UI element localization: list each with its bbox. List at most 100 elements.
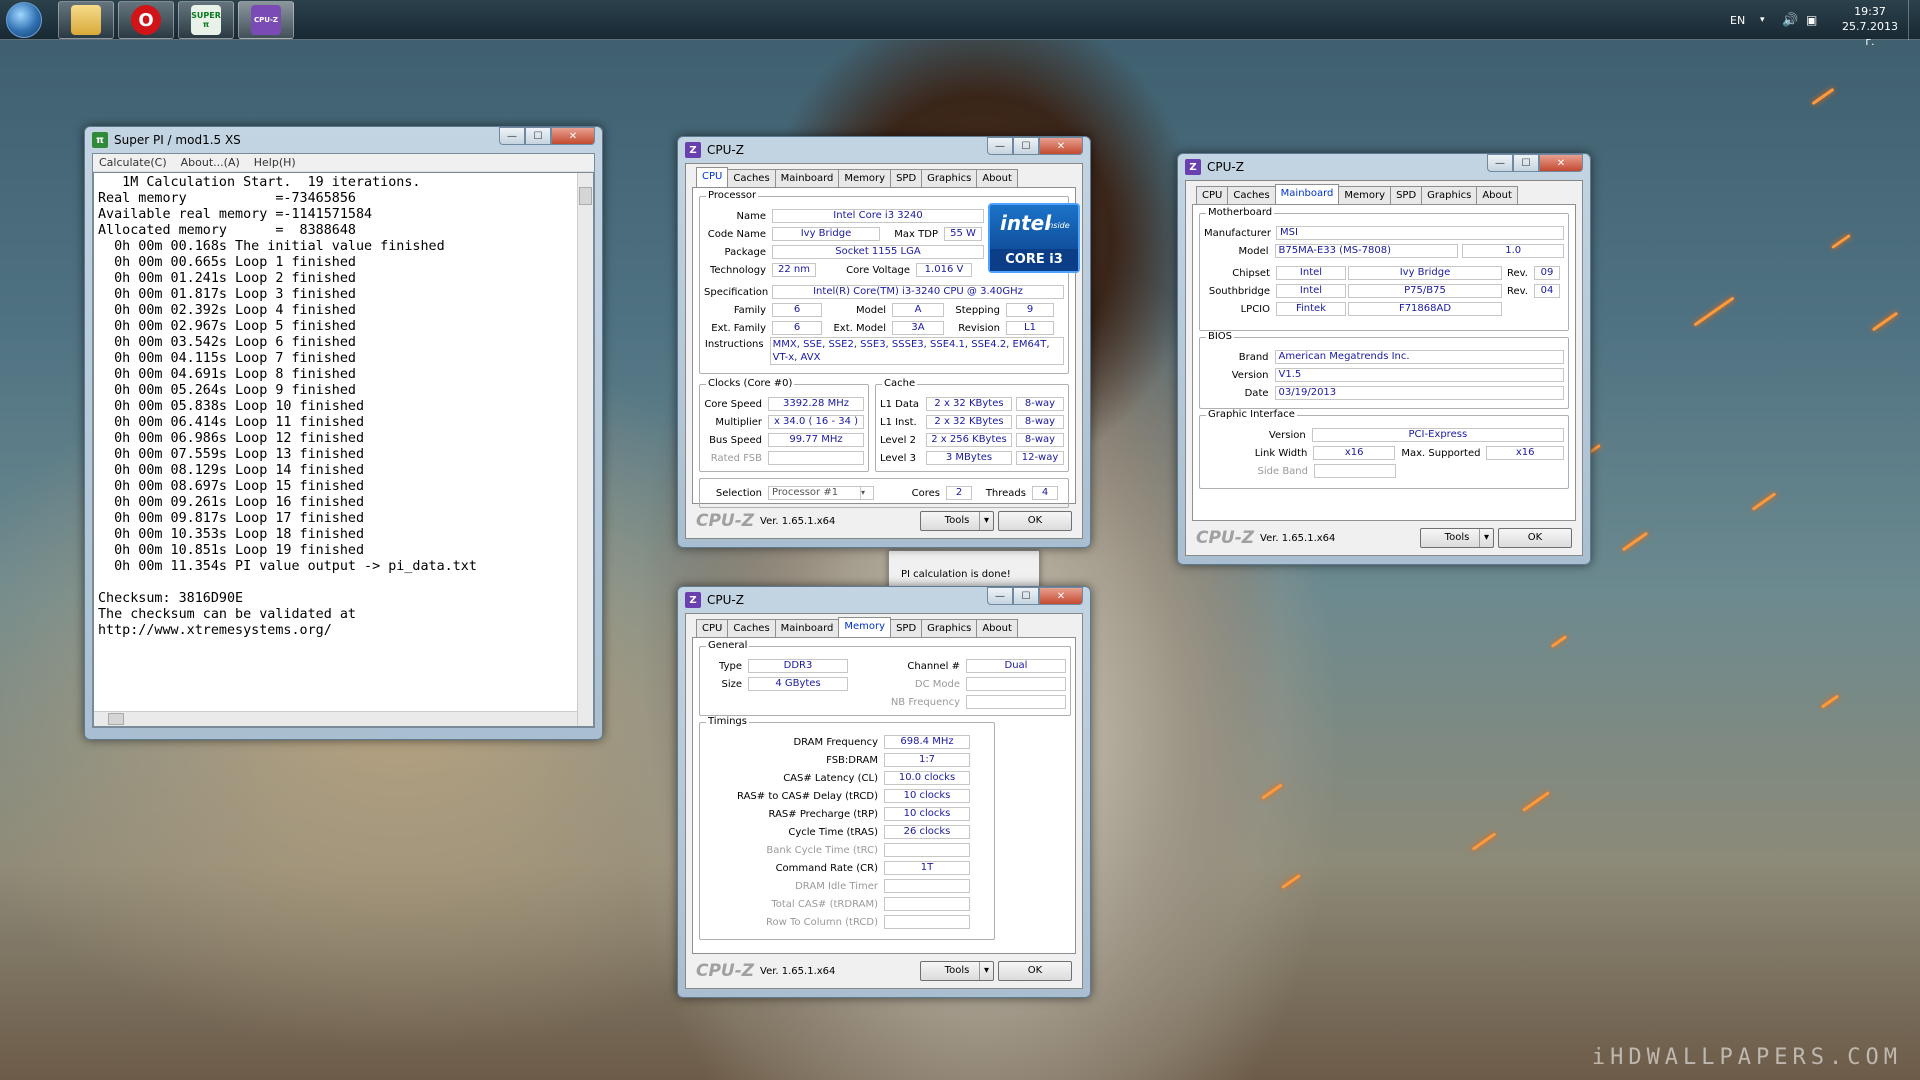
trdram-value (884, 897, 970, 911)
tab-spd[interactable]: SPD (890, 169, 923, 187)
cpuz-memory-titlebar[interactable]: Z CPU-Z — ☐ ✕ (685, 587, 1083, 613)
graphic-interface-label: Graphic Interface (1206, 409, 1297, 420)
tab-graphics[interactable]: Graphics (921, 169, 978, 187)
ok-button[interactable]: OK (998, 961, 1072, 981)
taskbar-opera-button[interactable]: O (118, 1, 174, 39)
superpi-output-area[interactable]: 1M Calculation Start. 19 iterations. Rea… (93, 172, 594, 727)
trcd-value: 10 clocks (884, 789, 970, 803)
menu-help[interactable]: Help(H) (254, 156, 296, 169)
lpcio-value: F71868AD (1348, 302, 1502, 316)
tab-caches[interactable]: Caches (727, 169, 776, 187)
menu-about[interactable]: About...(A) (181, 156, 240, 169)
tab-graphics[interactable]: Graphics (1421, 186, 1478, 204)
cpuz-cpu-maximize-button[interactable]: ☐ (1013, 137, 1039, 155)
taskbar-explorer-button[interactable] (58, 1, 114, 39)
extmodel-label: Ext. Model (833, 322, 886, 334)
tab-about[interactable]: About (1476, 186, 1518, 204)
processor-select[interactable]: Processor #1 ▾ (768, 486, 874, 500)
processor-group-label: Processor (706, 190, 759, 201)
codename-value: Ivy Bridge (772, 227, 880, 241)
tab-cpu[interactable]: CPU (1196, 186, 1229, 204)
memory-general-label: General (706, 640, 750, 651)
idle-timer-label: DRAM Idle Timer (795, 880, 878, 892)
taskbar-cpuz-button[interactable]: CPU-Z (238, 1, 294, 39)
cpuz-cpu-minimize-button[interactable]: — (987, 137, 1013, 155)
tab-mainboard[interactable]: Mainboard (774, 619, 840, 637)
package-label: Package (724, 246, 766, 258)
tools-button[interactable]: Tools ▾ (1420, 528, 1494, 548)
superpi-horizontal-scrollbar[interactable] (94, 711, 577, 726)
ok-button[interactable]: OK (998, 511, 1072, 531)
hscroll-thumb[interactable] (108, 713, 124, 725)
cpuz-mainboard-titlebar[interactable]: Z CPU-Z — ☐ ✕ (1185, 154, 1583, 180)
superpi-titlebar[interactable]: π Super PI / mod1.5 XS — ☐ ✕ (92, 127, 595, 153)
tools-button[interactable]: Tools ▾ (920, 511, 994, 531)
mem-nbfreq-value (966, 695, 1066, 709)
clock[interactable]: 19:37 25.7.2013 г. (1836, 4, 1904, 49)
cpuz-cpu-tabs: CPU Caches Mainboard Memory SPD Graphics… (692, 167, 1076, 188)
superpi-vertical-scrollbar[interactable] (577, 173, 593, 726)
vscroll-thumb[interactable] (579, 187, 592, 205)
trp-label: RAS# Precharge (tRP) (768, 808, 878, 820)
tray-expand-icon[interactable]: ▾ (1760, 0, 1765, 40)
show-desktop-button[interactable] (1908, 0, 1920, 40)
taskbar-superpi-button[interactable]: SUPER π (178, 1, 234, 39)
multiplier-value: x 34.0 ( 16 - 34 ) (768, 415, 864, 429)
cpuz-version: Ver. 1.65.1.x64 (1260, 532, 1336, 544)
tab-cpu[interactable]: CPU (696, 167, 729, 187)
family-value: 6 (772, 303, 822, 317)
memory-timings-group: Timings DRAM Frequency 698.4 MHz FSB:DRAM… (699, 716, 995, 940)
mem-size-value: 4 GBytes (748, 677, 848, 691)
tab-spd[interactable]: SPD (890, 619, 923, 637)
start-button[interactable] (6, 2, 42, 38)
menu-calculate[interactable]: Calculate(C) (99, 156, 167, 169)
cpuz-mainboard-minimize-button[interactable]: — (1487, 154, 1513, 172)
sb-rev-label: Rev. (1507, 285, 1528, 297)
tab-caches[interactable]: Caches (1227, 186, 1276, 204)
mem-type-label: Type (719, 660, 742, 672)
cpuz-cpu-window: Z CPU-Z — ☐ ✕ CPU Caches Mainboard Memor… (677, 136, 1091, 548)
tab-mainboard[interactable]: Mainboard (774, 169, 840, 187)
cpuz-cpu-titlebar[interactable]: Z CPU-Z — ☐ ✕ (685, 137, 1083, 163)
tab-memory[interactable]: Memory (838, 617, 892, 637)
tab-about[interactable]: About (976, 169, 1018, 187)
superpi-close-button[interactable]: ✕ (551, 127, 595, 145)
cpuz-icon: CPU-Z (251, 5, 281, 35)
tab-graphics[interactable]: Graphics (921, 619, 978, 637)
cpuz-mainboard-maximize-button[interactable]: ☐ (1513, 154, 1539, 172)
tools-button[interactable]: Tools ▾ (920, 961, 994, 981)
revision-label: Revision (958, 322, 1000, 334)
cpuz-memory-maximize-button[interactable]: ☐ (1013, 587, 1039, 605)
tab-caches[interactable]: Caches (727, 619, 776, 637)
sb-vendor-value: Intel (1276, 284, 1346, 298)
superpi-minimize-button[interactable]: — (499, 127, 525, 145)
tab-mainboard[interactable]: Mainboard (1274, 184, 1340, 204)
tab-about[interactable]: About (976, 619, 1018, 637)
motherboard-group-label: Motherboard (1206, 207, 1275, 218)
cpuz-mainboard-close-button[interactable]: ✕ (1539, 154, 1583, 172)
tab-memory[interactable]: Memory (838, 169, 892, 187)
cpuz-memory-close-button[interactable]: ✕ (1039, 587, 1083, 605)
chipset-rev-label: Rev. (1507, 267, 1528, 279)
volume-icon[interactable]: 🔊 (1782, 0, 1798, 40)
tab-cpu[interactable]: CPU (696, 619, 729, 637)
tab-memory[interactable]: Memory (1338, 186, 1392, 204)
language-indicator[interactable]: EN (1730, 0, 1745, 40)
superpi-maximize-button[interactable]: ☐ (525, 127, 551, 145)
tab-spd[interactable]: SPD (1390, 186, 1423, 204)
fsbdram-value: 1:7 (884, 753, 970, 767)
ok-button[interactable]: OK (1498, 528, 1572, 548)
superpi-title-icon: π (92, 132, 108, 148)
ratedfsb-label: Rated FSB (710, 452, 762, 464)
chipset-rev-value: 09 (1534, 266, 1560, 280)
cpuz-logo: CPU-Z (696, 961, 755, 981)
tools-label: Tools (1444, 532, 1470, 543)
l1i-value: 2 x 32 KBytes (926, 415, 1012, 429)
cpuz-cpu-close-button[interactable]: ✕ (1039, 137, 1083, 155)
cores-label: Cores (911, 487, 940, 499)
network-icon[interactable]: ▣ (1806, 0, 1817, 40)
spec-label: Specification (704, 286, 769, 298)
gi-version-label: Version (1268, 429, 1306, 441)
cpuz-memory-minimize-button[interactable]: — (987, 587, 1013, 605)
bios-group-label: BIOS (1206, 331, 1235, 342)
